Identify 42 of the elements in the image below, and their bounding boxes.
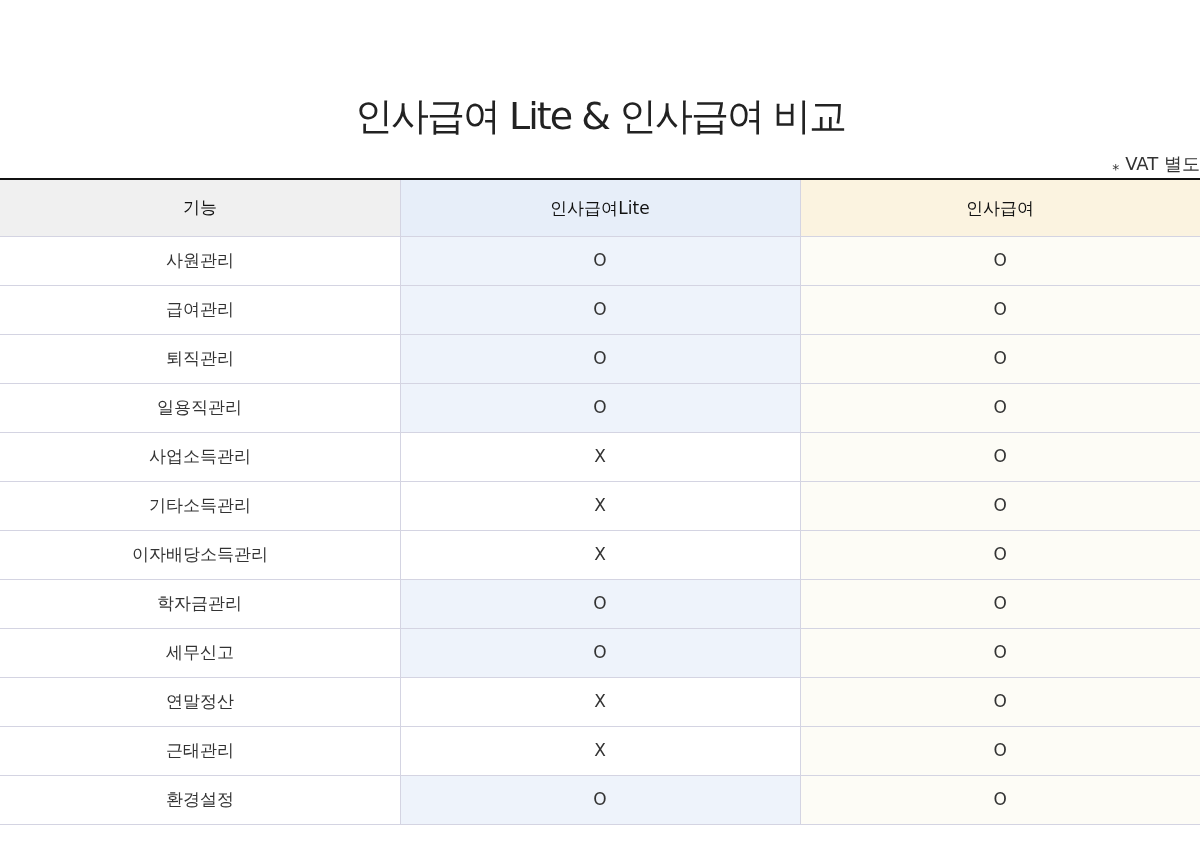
availability-cell: X [400,677,800,726]
availability-cell: O [400,775,800,824]
vat-note: VAT 별도 [1125,152,1200,176]
availability-cell: O [800,530,1200,579]
feature-cell: 사업소득관리 [0,432,400,481]
feature-cell: 근태관리 [0,726,400,775]
feature-cell: 퇴직관리 [0,334,400,383]
column-header: 기능 [0,179,400,236]
availability-cell: O [400,579,800,628]
feature-cell: 이자배당소득관리 [0,530,400,579]
feature-cell: 급여관리 [0,285,400,334]
availability-cell: O [400,285,800,334]
availability-cell: O [800,579,1200,628]
availability-cell: X [400,432,800,481]
availability-cell: O [800,236,1200,285]
availability-cell: O [400,628,800,677]
availability-cell: X [400,726,800,775]
feature-cell: 사원관리 [0,236,400,285]
feature-cell: 세무신고 [0,628,400,677]
availability-cell: O [800,383,1200,432]
feature-cell: 연말정산 [0,677,400,726]
availability-cell: O [400,236,800,285]
feature-cell: 환경설정 [0,775,400,824]
feature-cell: 학자금관리 [0,579,400,628]
availability-cell: O [800,775,1200,824]
availability-cell: O [400,334,800,383]
availability-cell: O [800,334,1200,383]
feature-cell: 기타소득관리 [0,481,400,530]
availability-cell: O [800,481,1200,530]
availability-cell: X [400,481,800,530]
column-header: 인사급여 [800,179,1200,236]
availability-cell: O [800,628,1200,677]
availability-cell: O [800,432,1200,481]
column-header: 인사급여Lite [400,179,800,236]
availability-cell: O [800,677,1200,726]
page-title: 인사급여 Lite & 인사급여 비교 [354,93,846,140]
feature-cell: 일용직관리 [0,383,400,432]
availability-cell: O [800,285,1200,334]
availability-cell: O [800,726,1200,775]
availability-cell: O [400,383,800,432]
asterisk-mark: * [1112,160,1120,179]
availability-cell: X [400,530,800,579]
